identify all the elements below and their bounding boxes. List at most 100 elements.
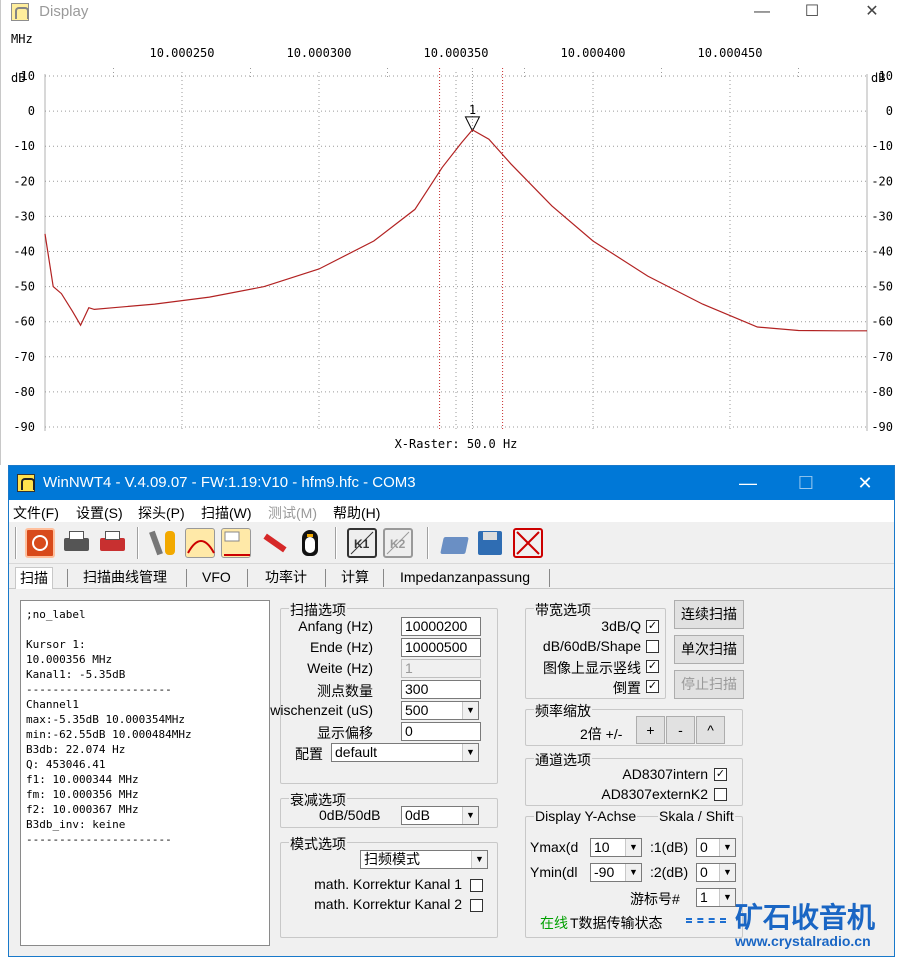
display-maximize-button[interactable]: ☐ <box>789 0 835 24</box>
y-tick-label-left: -60 <box>13 315 35 329</box>
ad8307-intern-checkbox[interactable]: ✓ <box>714 768 727 781</box>
display-offset-input[interactable]: 0 <box>401 722 481 741</box>
shape-label: dB/60dB/Shape <box>542 638 641 654</box>
crossed-curve-icon[interactable] <box>513 528 543 558</box>
print-icon[interactable] <box>61 528 91 558</box>
menu-probe[interactable]: 探头(P) <box>138 503 185 523</box>
mode-options-title: 模式选项 <box>289 834 347 854</box>
ymin-select[interactable]: -90 ▼ <box>590 863 642 882</box>
open-folder-icon[interactable] <box>439 528 469 558</box>
tab-impedance-matching[interactable]: Impedanzanpassung <box>396 567 534 589</box>
y-tick-label-right: -90 <box>871 420 893 434</box>
toolbar-separator <box>335 527 337 559</box>
correction-ch1-checkbox[interactable] <box>470 879 483 892</box>
config-value: default <box>335 744 378 760</box>
ad8307-extern-checkbox[interactable] <box>714 788 727 801</box>
mode-value: 扫频模式 <box>364 851 420 867</box>
db-curve-icon[interactable] <box>221 528 251 558</box>
ad8307-extern-label: AD8307externK2 <box>601 786 708 802</box>
display-minimize-button[interactable]: — <box>739 0 785 24</box>
info-text-box[interactable]: ;no_label Kursor 1: 10.000356 MHz Kanal1… <box>20 600 270 946</box>
show-vlines-checkbox[interactable]: ✓ <box>646 660 659 673</box>
chevron-down-icon[interactable]: ▼ <box>462 702 478 719</box>
delay-select[interactable]: 500 ▼ <box>401 701 479 720</box>
config-select[interactable]: default ▼ <box>331 743 479 762</box>
ymax-label: Ymax(d <box>530 839 579 855</box>
tab-separator <box>325 569 326 587</box>
tab-calculate[interactable]: 计算 <box>337 567 373 589</box>
watermark-url: www.crystalradio.cn <box>735 933 871 949</box>
attenuation-label: 0dB/50dB <box>319 807 381 823</box>
chevron-down-icon[interactable]: ▼ <box>471 851 487 868</box>
probe-icon[interactable] <box>259 528 289 558</box>
y-tick-label-left: -50 <box>13 280 35 294</box>
end-frequency-input[interactable]: 10000500 <box>401 638 481 657</box>
main-close-button[interactable]: ✕ <box>842 466 888 500</box>
menu-file[interactable]: 文件(F) <box>13 503 59 523</box>
k2-shift-select[interactable]: 0 ▼ <box>696 863 736 882</box>
display-y-group: Display Y-Achse Skala / Shift Ymax(d 10 ▼… <box>525 808 743 938</box>
mode-select[interactable]: 扫频模式 ▼ <box>360 850 488 869</box>
k1-shift-label: :1(dB) <box>650 839 689 855</box>
k2-icon[interactable]: K2 <box>383 528 413 558</box>
zoom-minus-button[interactable]: - <box>666 716 695 744</box>
menu-settings[interactable]: 设置(S) <box>76 503 123 523</box>
single-scan-button[interactable]: 单次扫描 <box>674 635 744 664</box>
chevron-down-icon[interactable]: ▼ <box>719 839 735 856</box>
ymax-select[interactable]: 10 ▼ <box>590 838 642 857</box>
y-tick-label-left: -40 <box>13 245 35 259</box>
display-close-button[interactable]: ✕ <box>849 0 895 24</box>
delay-label: wischenzeit (uS) <box>270 702 373 718</box>
chevron-down-icon[interactable]: ▼ <box>625 864 641 881</box>
chevron-down-icon[interactable]: ▼ <box>625 839 641 856</box>
main-minimize-button[interactable]: — <box>725 466 771 500</box>
correction-ch2-label: math. Korrektur Kanal 2 <box>314 896 462 912</box>
display-y-title: Display Y-Achse <box>534 808 638 824</box>
cursor-number-select[interactable]: 1 ▼ <box>696 888 736 907</box>
plot-labels: 10 100 0-10 -10-20 -20-30 -30-40 -40-50 -50-60-… <box>11 32 893 451</box>
tools-icon[interactable] <box>149 528 179 558</box>
attenuation-value: 0dB <box>405 807 430 823</box>
stop-scan-button[interactable]: 停止扫描 <box>674 670 744 699</box>
chevron-down-icon[interactable]: ▼ <box>462 807 478 824</box>
invert-checkbox[interactable]: ✓ <box>646 680 659 693</box>
print-color-icon[interactable] <box>97 528 127 558</box>
points-input[interactable]: 300 <box>401 680 481 699</box>
tab-scan[interactable]: 扫描 <box>15 567 53 589</box>
save-icon[interactable] <box>475 528 505 558</box>
display-plot[interactable]: 10 100 0-10 -10-20 -20-30 -30-40 -40-50 -50-60-… <box>1 24 902 465</box>
q-checkbox[interactable]: ✓ <box>646 620 659 633</box>
zoom-center-button[interactable]: ^ <box>696 716 725 744</box>
start-frequency-input[interactable]: 10000200 <box>401 617 481 636</box>
main-maximize-button[interactable]: ☐ <box>783 466 829 500</box>
toolbar-separator <box>427 527 429 559</box>
menu-scan[interactable]: 扫描(W) <box>201 503 252 523</box>
tab-power-meter[interactable]: 功率计 <box>261 567 311 589</box>
continuous-scan-button[interactable]: 连续扫描 <box>674 600 744 629</box>
y-unit-label-right: dB <box>871 71 885 85</box>
q-label: 3dB/Q <box>601 618 641 634</box>
y-tick-label-right: -60 <box>871 315 893 329</box>
tab-vfo[interactable]: VFO <box>198 567 235 589</box>
sweep-curve-icon[interactable] <box>185 528 215 558</box>
zoom-plus-button[interactable]: + <box>636 716 665 744</box>
correction-ch2-checkbox[interactable] <box>470 899 483 912</box>
chevron-down-icon[interactable]: ▼ <box>719 889 735 906</box>
power-icon[interactable] <box>25 528 55 558</box>
y-tick-label-right: -50 <box>871 280 893 294</box>
step-width-label: Weite (Hz) <box>307 660 373 676</box>
menu-help[interactable]: 帮助(H) <box>333 503 380 523</box>
k1-shift-select[interactable]: 0 ▼ <box>696 838 736 857</box>
k1-icon[interactable]: K1 <box>347 528 377 558</box>
penguin-icon[interactable] <box>295 528 325 558</box>
tab-separator <box>186 569 187 587</box>
menu-test[interactable]: 测试(M) <box>268 503 317 523</box>
chevron-down-icon[interactable]: ▼ <box>719 864 735 881</box>
shape-checkbox[interactable] <box>646 640 659 653</box>
attenuation-select[interactable]: 0dB ▼ <box>401 806 479 825</box>
step-width-input[interactable]: 1 <box>401 659 481 678</box>
chevron-down-icon[interactable]: ▼ <box>462 744 478 761</box>
x-unit-label: MHz <box>11 32 33 46</box>
bandwidth-options-title: 带宽选项 <box>534 600 592 620</box>
tab-curve-management[interactable]: 扫描曲线管理 <box>79 567 171 589</box>
